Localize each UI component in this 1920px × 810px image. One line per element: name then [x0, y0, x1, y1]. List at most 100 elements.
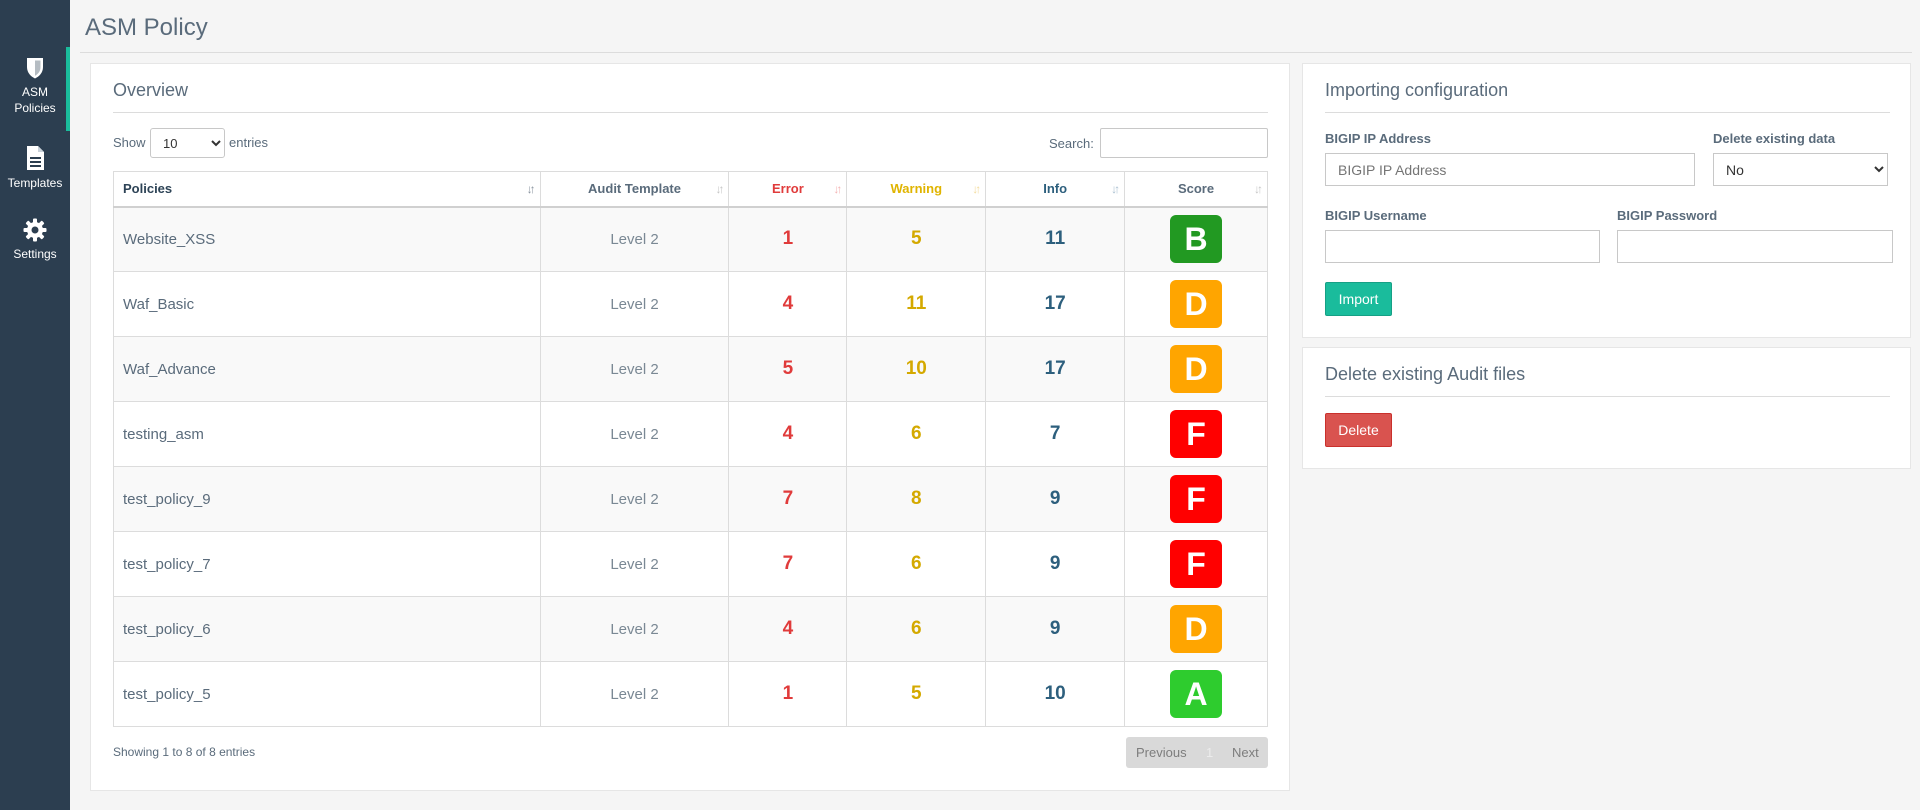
gear-icon	[23, 218, 47, 242]
next-button[interactable]: Next	[1232, 745, 1259, 760]
sort-icon: ↓↑	[1254, 182, 1263, 196]
policy-name: Waf_Advance	[113, 336, 541, 402]
import-config-title: Importing configuration	[1325, 80, 1509, 100]
import-button[interactable]: Import	[1325, 282, 1392, 316]
sidebar-item-label: Settings	[13, 247, 57, 261]
audit-template: Level 2	[539, 466, 730, 532]
pagination: Previous 1 Next	[1126, 737, 1268, 768]
column-header-label: Audit Template	[588, 181, 681, 197]
error-count: 1	[728, 206, 848, 272]
sort-icon: ↓↑	[526, 182, 536, 196]
sidebar-item-asm-policies[interactable]: ASM Policies	[0, 47, 70, 131]
table-row[interactable]: test_policy_7 Level 2 7 6 9 F	[113, 531, 1268, 597]
table-row[interactable]: test_policy_9 Level 2 7 8 9 F	[113, 466, 1268, 532]
page-number-button[interactable]: 1	[1206, 745, 1213, 760]
policy-name: test_policy_7	[113, 531, 541, 597]
bigip-ip-label: BIGIP IP Address	[1325, 131, 1431, 146]
score-cell: B	[1124, 206, 1268, 272]
delete-audit-panel: Delete existing Audit files Delete	[1302, 347, 1911, 469]
column-header-score[interactable]: Score ↓↑	[1124, 171, 1268, 208]
audit-template: Level 2	[539, 401, 730, 467]
error-count: 5	[728, 336, 848, 402]
info-count: 9	[985, 531, 1126, 597]
audit-template: Level 2	[539, 336, 730, 402]
previous-button[interactable]: Previous	[1136, 745, 1187, 760]
bigip-ip-input[interactable]	[1325, 153, 1695, 186]
entries-select[interactable]: 10	[150, 128, 225, 158]
sidebar-item-templates[interactable]: Templates	[0, 141, 70, 201]
column-header-audit-template[interactable]: Audit Template ↓↑	[539, 171, 730, 208]
score-cell: F	[1124, 401, 1268, 467]
sort-icon: ↓↑	[972, 182, 981, 196]
info-count: 11	[985, 206, 1126, 272]
score-cell: F	[1124, 531, 1268, 597]
column-header-error[interactable]: Error ↓↑	[728, 171, 848, 208]
table-row[interactable]: Waf_Basic Level 2 4 11 17 D	[113, 271, 1268, 337]
column-header-label: Info	[1043, 181, 1068, 197]
warning-count: 6	[846, 596, 987, 662]
warning-count: 11	[846, 271, 987, 337]
policy-name: test_policy_9	[113, 466, 541, 532]
score-cell: A	[1124, 661, 1268, 727]
delete-button[interactable]: Delete	[1325, 413, 1392, 447]
warning-count: 5	[846, 206, 987, 272]
search-input[interactable]	[1100, 128, 1268, 158]
delete-existing-select[interactable]: No	[1713, 153, 1888, 186]
table-row[interactable]: Waf_Advance Level 2 5 10 17 D	[113, 336, 1268, 402]
audit-template: Level 2	[539, 271, 730, 337]
table-row[interactable]: testing_asm Level 2 4 6 7 F	[113, 401, 1268, 467]
policy-name: Waf_Basic	[113, 271, 541, 337]
error-count: 4	[728, 596, 848, 662]
entries-label: entries	[229, 135, 269, 150]
score-badge: F	[1170, 410, 1223, 458]
audit-template: Level 2	[539, 206, 730, 272]
column-header-warning[interactable]: Warning ↓↑	[846, 171, 987, 208]
info-count: 9	[985, 466, 1126, 532]
error-count: 4	[728, 401, 848, 467]
error-count: 7	[728, 531, 848, 597]
column-header-policies[interactable]: Policies ↓↑	[113, 171, 541, 208]
score-badge: D	[1170, 605, 1223, 653]
score-cell: D	[1124, 596, 1268, 662]
warning-count: 5	[846, 661, 987, 727]
info-count: 17	[985, 271, 1126, 337]
warning-count: 10	[846, 336, 987, 402]
delete-audit-title: Delete existing Audit files	[1325, 364, 1526, 384]
info-count: 7	[985, 401, 1126, 467]
score-badge: B	[1170, 215, 1223, 264]
error-count: 7	[728, 466, 848, 532]
policy-name: test_policy_5	[113, 661, 541, 727]
table-row[interactable]: Website_XSS Level 2 1 5 11 B	[113, 206, 1268, 272]
table-row[interactable]: test_policy_5 Level 2 1 5 10 A	[113, 661, 1268, 727]
sidebar-item-label: Templates	[7, 176, 63, 190]
document-icon	[27, 146, 44, 170]
sidebar-item-settings[interactable]: Settings	[0, 214, 70, 274]
audit-template: Level 2	[539, 596, 730, 662]
score-badge: D	[1170, 345, 1223, 393]
column-header-label: Policies	[123, 181, 173, 197]
error-count: 4	[728, 271, 848, 337]
column-header-label: Score	[1177, 181, 1215, 197]
score-badge: F	[1170, 475, 1223, 523]
column-header-info[interactable]: Info ↓↑	[985, 171, 1126, 208]
overview-title: Overview	[113, 80, 189, 100]
bigip-password-input[interactable]	[1617, 230, 1893, 263]
delete-audit-divider	[1325, 396, 1890, 397]
audit-template: Level 2	[539, 661, 730, 727]
page-title: ASM Policy	[85, 14, 208, 41]
score-badge: F	[1170, 540, 1223, 588]
warning-count: 6	[846, 401, 987, 467]
sort-icon: ↓↑	[833, 182, 842, 196]
policy-name: test_policy_6	[113, 596, 541, 662]
bigip-password-label: BIGIP Password	[1617, 208, 1718, 223]
table-row[interactable]: test_policy_6 Level 2 4 6 9 D	[113, 596, 1268, 662]
score-badge: A	[1170, 670, 1223, 718]
column-header-label: Error	[771, 181, 804, 197]
table-info: Showing 1 to 8 of 8 entries	[113, 745, 256, 759]
score-cell: D	[1124, 271, 1268, 337]
bigip-username-label: BIGIP Username	[1325, 208, 1427, 223]
error-count: 1	[728, 661, 848, 727]
sidebar: ASM Policies Templates Settings	[0, 0, 70, 810]
bigip-username-input[interactable]	[1325, 230, 1600, 263]
sort-icon: ↓↑	[715, 182, 724, 196]
